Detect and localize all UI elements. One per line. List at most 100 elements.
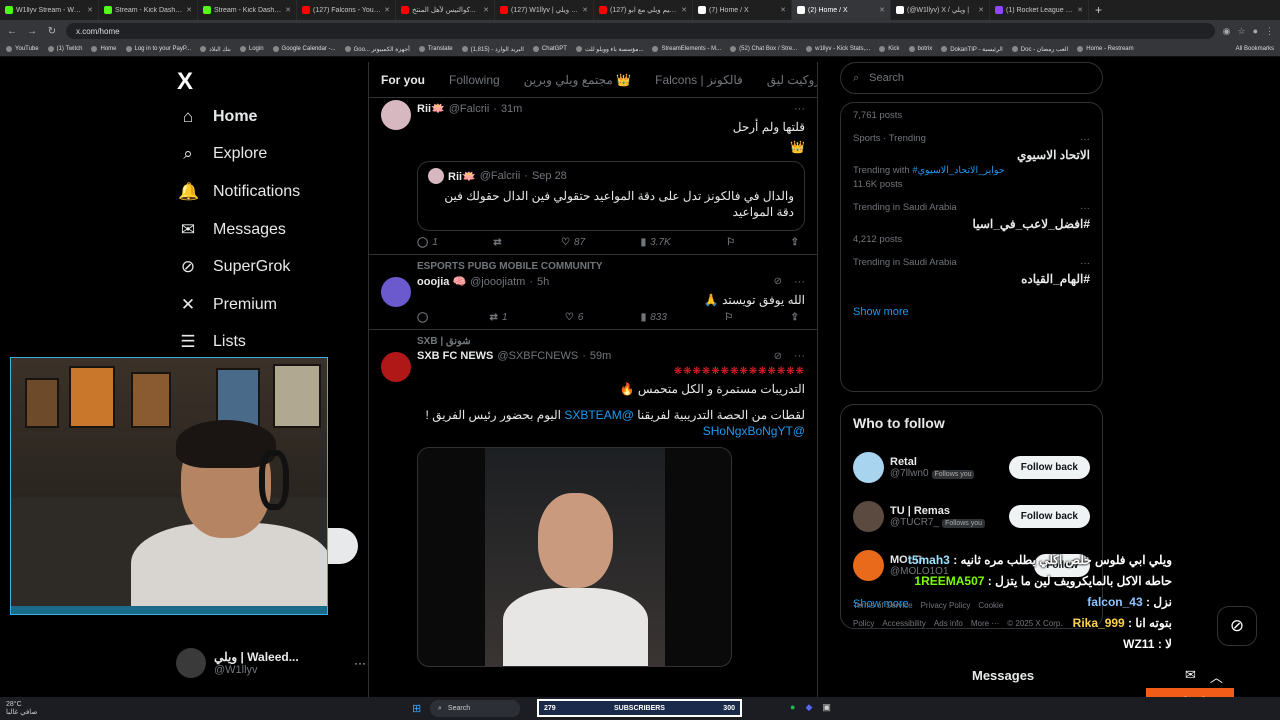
close-icon[interactable]: ✕	[1077, 6, 1083, 14]
repost-button[interactable]: ⇄	[493, 237, 505, 248]
all-bookmarks[interactable]: All Bookmarks	[1236, 46, 1274, 52]
browser-tab[interactable]: Stream - Kick Dashboard✕	[198, 0, 297, 20]
bookmark-button[interactable]: ⚐	[726, 237, 735, 248]
share-button[interactable]: ⇪	[791, 237, 799, 248]
grok-button[interactable]: ⊘	[1217, 606, 1257, 646]
bookmark-button[interactable]: ⚐	[724, 312, 733, 323]
spotify-icon[interactable]: ●	[790, 702, 795, 713]
feed-tab[interactable]: روكيت ليق | RL	[767, 73, 817, 87]
search-input[interactable]: ⌕ Search	[840, 62, 1103, 94]
browser-tab[interactable]: (@W1llyv) X / ويلي | ✕	[891, 0, 990, 20]
post-time[interactable]: 31m	[501, 103, 522, 115]
bookmark-item[interactable]: YouTube	[6, 46, 39, 52]
trend-item[interactable]: Trending in Saudi Arabia ··· #الهام_القي…	[853, 249, 1090, 290]
avatar[interactable]	[853, 452, 884, 483]
author-name[interactable]: SXB FC NEWS	[417, 350, 493, 362]
bookmark-item[interactable]: Kick	[879, 46, 900, 52]
close-icon[interactable]: ✕	[780, 6, 786, 14]
views-button[interactable]: ▮ 3.7K	[641, 237, 671, 248]
close-icon[interactable]: ✕	[681, 6, 687, 14]
post-time[interactable]: 59m	[590, 350, 611, 362]
browser-tab[interactable]: (2) Home / X ✕	[792, 0, 891, 20]
bookmark-item[interactable]: StreamElements - M...	[652, 46, 721, 52]
avatar[interactable]	[853, 550, 884, 581]
close-icon[interactable]: ✕	[879, 6, 885, 14]
more-icon[interactable]: ···	[794, 276, 805, 288]
browser-tab[interactable]: كوالتيس لأهل المنتخ... ✕	[396, 0, 495, 20]
close-icon[interactable]: ✕	[186, 6, 192, 14]
bookmark-item[interactable]: w1llyv - Kick Stats,...	[806, 46, 870, 52]
bookmark-item[interactable]: Home	[91, 46, 117, 52]
close-icon[interactable]: ✕	[483, 6, 489, 14]
browser-tab[interactable]: (127) Falcons - YouTube✕	[297, 0, 396, 20]
trend-hashtag[interactable]: #حواير_الاتحاد_الاسيوي	[912, 165, 1004, 176]
messages-drawer[interactable]: ✉ ︿	[1185, 667, 1223, 686]
more-icon[interactable]: ···	[794, 350, 805, 362]
weather-widget[interactable]: 28°C صافي غالبا	[0, 701, 37, 717]
post-time[interactable]: 5h	[537, 276, 549, 288]
show-more-link[interactable]: Show more	[853, 290, 1090, 326]
messages-drawer-label[interactable]: Messages	[972, 668, 1034, 683]
taskbar-search[interactable]: ⌕ Search	[430, 700, 520, 717]
nav-item-explore[interactable]: ⌕ Explore	[170, 136, 360, 174]
browser-tab[interactable]: (127) سمين جيم ويلي مع ابو✕	[594, 0, 693, 20]
bookmark-item[interactable]: Log in to your PayP...	[125, 46, 191, 52]
bookmark-item[interactable]: Translate	[418, 46, 453, 52]
bookmark-item[interactable]: (1) Twitch	[47, 46, 82, 52]
close-icon[interactable]: ✕	[978, 6, 984, 14]
menu-icon[interactable]: ⋮	[1265, 26, 1274, 37]
author-handle[interactable]: @Falcrii	[449, 103, 490, 115]
community-context[interactable]: ESPORTS PUBG MOBILE COMMUNITY	[417, 261, 805, 272]
avatar[interactable]	[381, 100, 411, 130]
follow-button[interactable]: Follow back	[1008, 456, 1090, 479]
nav-item-messages[interactable]: ✉ Messages	[170, 211, 360, 249]
chevron-up-icon[interactable]: ︿	[1210, 667, 1223, 686]
browser-tab[interactable]: (127) W1llyv | ويلي - You✕	[495, 0, 594, 20]
views-button[interactable]: ▮ 833	[641, 312, 667, 323]
tweet[interactable]: SXB | شونق SXB FC NEWS @SXBFCNEWS · 59m …	[369, 330, 817, 673]
bookmark-item[interactable]: Home - Restream	[1077, 46, 1134, 52]
trend-item[interactable]: Trending in Saudi Arabia ··· #افضل_لاعب_…	[853, 194, 1090, 249]
reload-icon[interactable]: ↻	[46, 26, 58, 37]
close-icon[interactable]: ✕	[384, 6, 390, 14]
author-handle[interactable]: @jooojiatm	[470, 276, 525, 288]
profile-icon[interactable]: ●	[1253, 26, 1258, 36]
new-message-icon[interactable]: ✉	[1185, 667, 1196, 686]
mention-link[interactable]: @SXBTEAM	[564, 408, 634, 422]
bookmark-item[interactable]: ChatGPT	[532, 46, 567, 52]
bookmark-item[interactable]: botrix	[908, 46, 932, 52]
windows-start-icon[interactable]: ⊞	[412, 702, 421, 715]
feed-tab[interactable]: مجتمع ويلي وبرين 👑	[524, 73, 631, 87]
bookmark-item[interactable]: البريد الوارد - (1,815)	[461, 46, 524, 53]
author-name[interactable]: ooojia 🧠	[417, 275, 466, 288]
tweet[interactable]: ESPORTS PUBG MOBILE COMMUNITY ooojia 🧠 @…	[369, 255, 817, 330]
more-icon[interactable]: ···	[1080, 258, 1090, 269]
like-button[interactable]: ♡ 87	[561, 237, 585, 248]
new-tab-button[interactable]: +	[1089, 3, 1108, 17]
grok-icon[interactable]: ⊘	[774, 351, 782, 362]
close-icon[interactable]: ✕	[87, 6, 93, 14]
author-name[interactable]: Rii🪷	[417, 102, 445, 115]
bookmark-item[interactable]: Login	[239, 46, 264, 52]
avatar[interactable]	[381, 352, 411, 382]
more-icon[interactable]: ···	[1080, 203, 1090, 214]
bookmark-item[interactable]: DokanTIP - الرئيسية	[941, 46, 1003, 53]
grok-icon[interactable]: ⊘	[774, 276, 782, 287]
feed-tab[interactable]: Following	[449, 73, 500, 87]
more-icon[interactable]: ···	[354, 656, 366, 670]
close-icon[interactable]: ✕	[582, 6, 588, 14]
bookmark-item[interactable]: Doc - العب رمضان	[1011, 46, 1068, 53]
trend-item[interactable]: Sports · Trending ··· الاتحاد الاسيوي Tr…	[853, 125, 1090, 194]
x-logo[interactable]: X	[177, 68, 360, 98]
quoted-tweet[interactable]: Rii🪷 @Falcrii · Sep 28 والدال في فالكونز…	[417, 161, 805, 231]
nav-item-home[interactable]: ⌂ Home	[170, 98, 360, 136]
avatar[interactable]	[853, 501, 884, 532]
bookmark-item[interactable]: Google Calendar -...	[272, 46, 336, 52]
nav-item-premium[interactable]: ✕ Premium	[170, 286, 360, 324]
back-icon[interactable]: ←	[6, 26, 18, 37]
url-field[interactable]: x.com/home	[66, 23, 1215, 39]
forward-icon[interactable]: →	[26, 26, 38, 37]
nav-item-supergrok[interactable]: ⊘ SuperGrok	[170, 248, 360, 286]
follow-suggestion[interactable]: TU | Remas @TUCR7_ Follows you Follow back	[853, 492, 1090, 541]
community-context[interactable]: SXB | شونق	[417, 336, 805, 347]
